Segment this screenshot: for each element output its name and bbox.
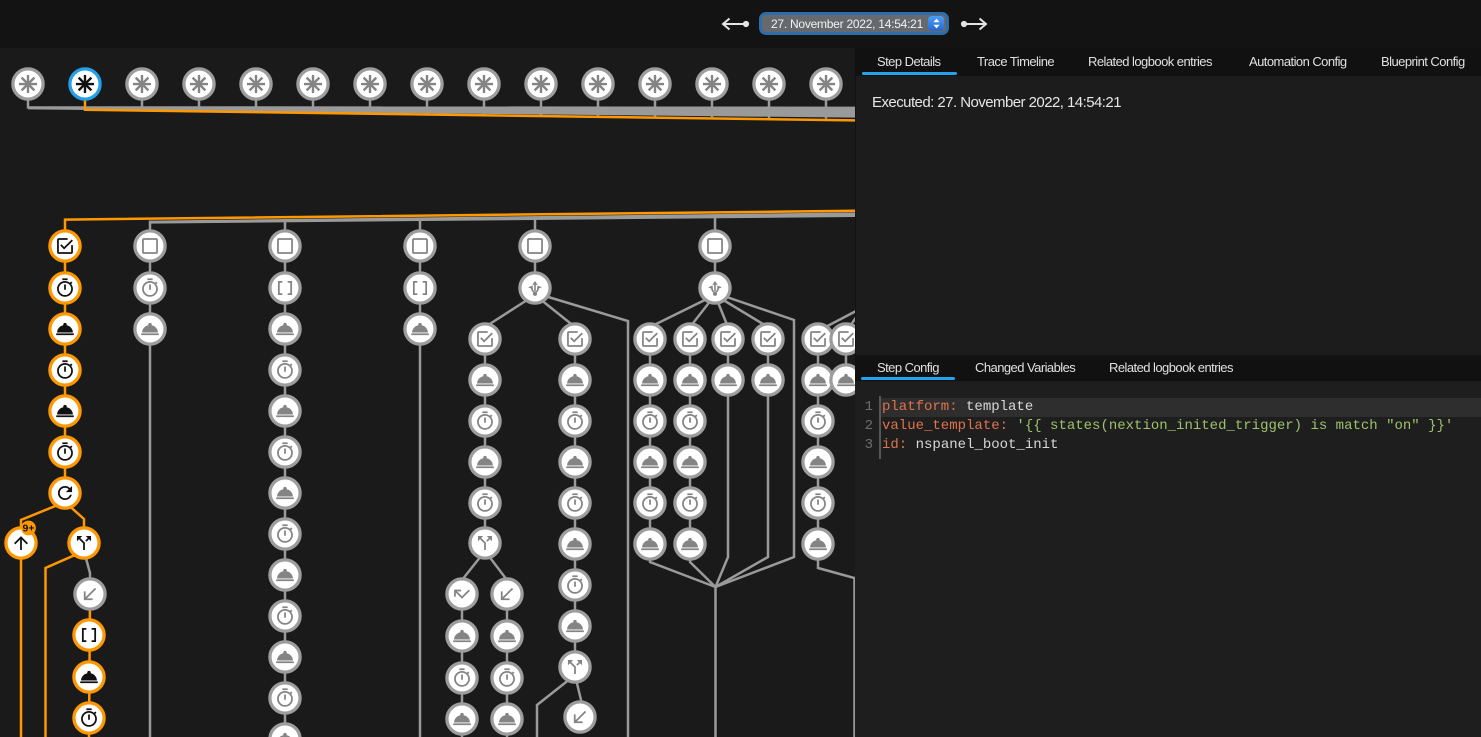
svg-text:9+: 9+ [23,523,35,535]
